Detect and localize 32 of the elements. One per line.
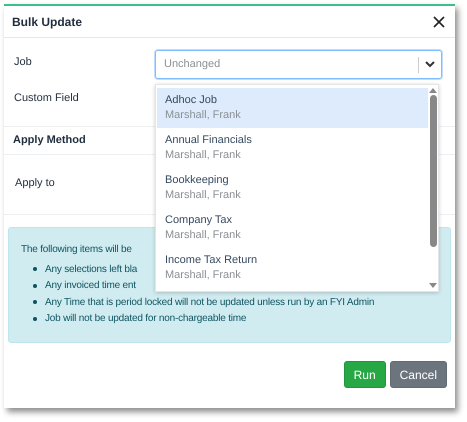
bullet-icon xyxy=(33,316,37,321)
bullet-icon xyxy=(33,267,37,272)
option-subtitle: Marshall, Frank xyxy=(165,188,242,203)
field-label: Job xyxy=(14,55,33,70)
info-text: The following items will be xyxy=(21,243,132,257)
bullet-icon xyxy=(33,300,37,304)
scroll-thumb[interactable] xyxy=(430,95,436,247)
info-item: Any selections left bla xyxy=(45,262,138,277)
option-title: Annual Financials xyxy=(165,133,253,148)
option-subtitle: Marshall, Frank xyxy=(165,148,242,163)
option-subtitle: Marshall, Frank xyxy=(165,268,242,283)
section-heading: Apply Method xyxy=(13,133,86,148)
info-item: Job will not be updated for non-chargeable time xyxy=(45,312,246,326)
option-title: Income Tax Return xyxy=(165,253,258,268)
option-title: Company Tax xyxy=(165,213,234,228)
option-subtitle: Marshall, Frank xyxy=(165,108,242,123)
close-icon[interactable] xyxy=(433,16,445,28)
bullet-icon xyxy=(33,284,37,288)
field-label: Custom Field xyxy=(14,91,80,106)
info-item: Any Time that is period locked will not be updated unless run by an FYI Admin xyxy=(45,296,374,310)
field-label: Apply to xyxy=(15,176,55,191)
dropdown-option[interactable]: Adhoc Job Marshall, Frank xyxy=(157,88,428,128)
chevron-down-icon[interactable] xyxy=(425,61,435,68)
option-title: Adhoc Job xyxy=(165,93,218,108)
scroll-down-icon[interactable] xyxy=(429,283,437,288)
option-title: Bookkeeping xyxy=(165,173,230,188)
option-subtitle: Marshall, Frank xyxy=(165,228,242,243)
select-placeholder: Unchanged xyxy=(164,57,222,72)
cancel-button[interactable]: Cancel xyxy=(390,361,447,388)
info-item: Any invoiced time ent xyxy=(45,279,136,294)
scroll-up-icon[interactable] xyxy=(429,88,437,93)
dialog-title: Bulk Update xyxy=(12,14,82,30)
